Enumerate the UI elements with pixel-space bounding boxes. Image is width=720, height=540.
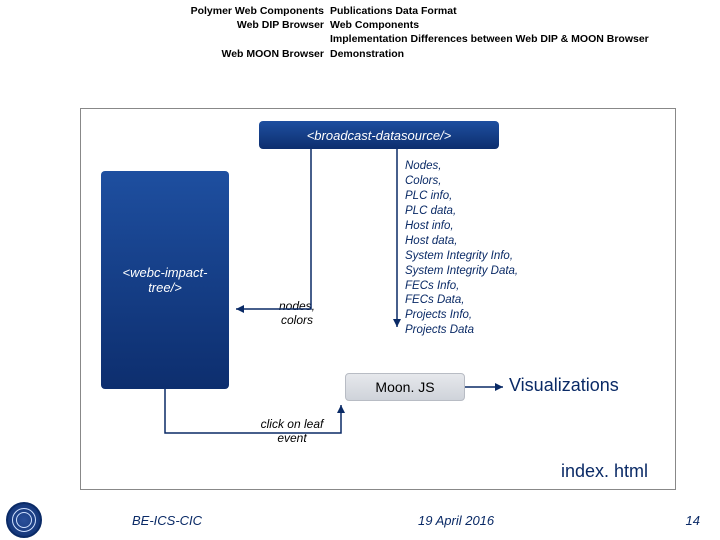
click-leaf-label: click on leaf event (257, 417, 327, 445)
header-left-2 (0, 32, 330, 46)
header-right-3: Demonstration (330, 47, 720, 61)
header-left-3: Web MOON Browser (0, 47, 330, 61)
cern-logo-icon (6, 502, 42, 538)
webc-impact-tree-box: <webc-impact-tree/> (101, 171, 229, 389)
header-right-0: Publications Data Format (330, 4, 720, 18)
footer-page-number: 14 (686, 513, 700, 528)
footer: BE-ICS-CIC 19 April 2016 14 (0, 500, 720, 540)
broadcast-datasource-box: <broadcast-datasource/> (259, 121, 499, 149)
header-breadcrumbs: Polymer Web Components Publications Data… (0, 0, 720, 67)
header-left-1: Web DIP Browser (0, 18, 330, 32)
nodes-colors-label: nodes, colors (267, 299, 327, 327)
moonjs-box: Moon. JS (345, 373, 465, 401)
header-left-0: Polymer Web Components (0, 4, 330, 18)
index-html-label: index. html (561, 461, 648, 482)
data-list-label: Nodes, Colors, PLC info, PLC data, Host … (405, 159, 518, 338)
header-right-2: Implementation Differences between Web D… (330, 32, 720, 46)
footer-date: 19 April 2016 (418, 513, 494, 528)
header-right-1: Web Components (330, 18, 720, 32)
visualizations-label: Visualizations (509, 375, 619, 396)
diagram-frame: <broadcast-datasource/> <webc-impact-tre… (80, 108, 676, 490)
footer-org: BE-ICS-CIC (132, 513, 202, 528)
